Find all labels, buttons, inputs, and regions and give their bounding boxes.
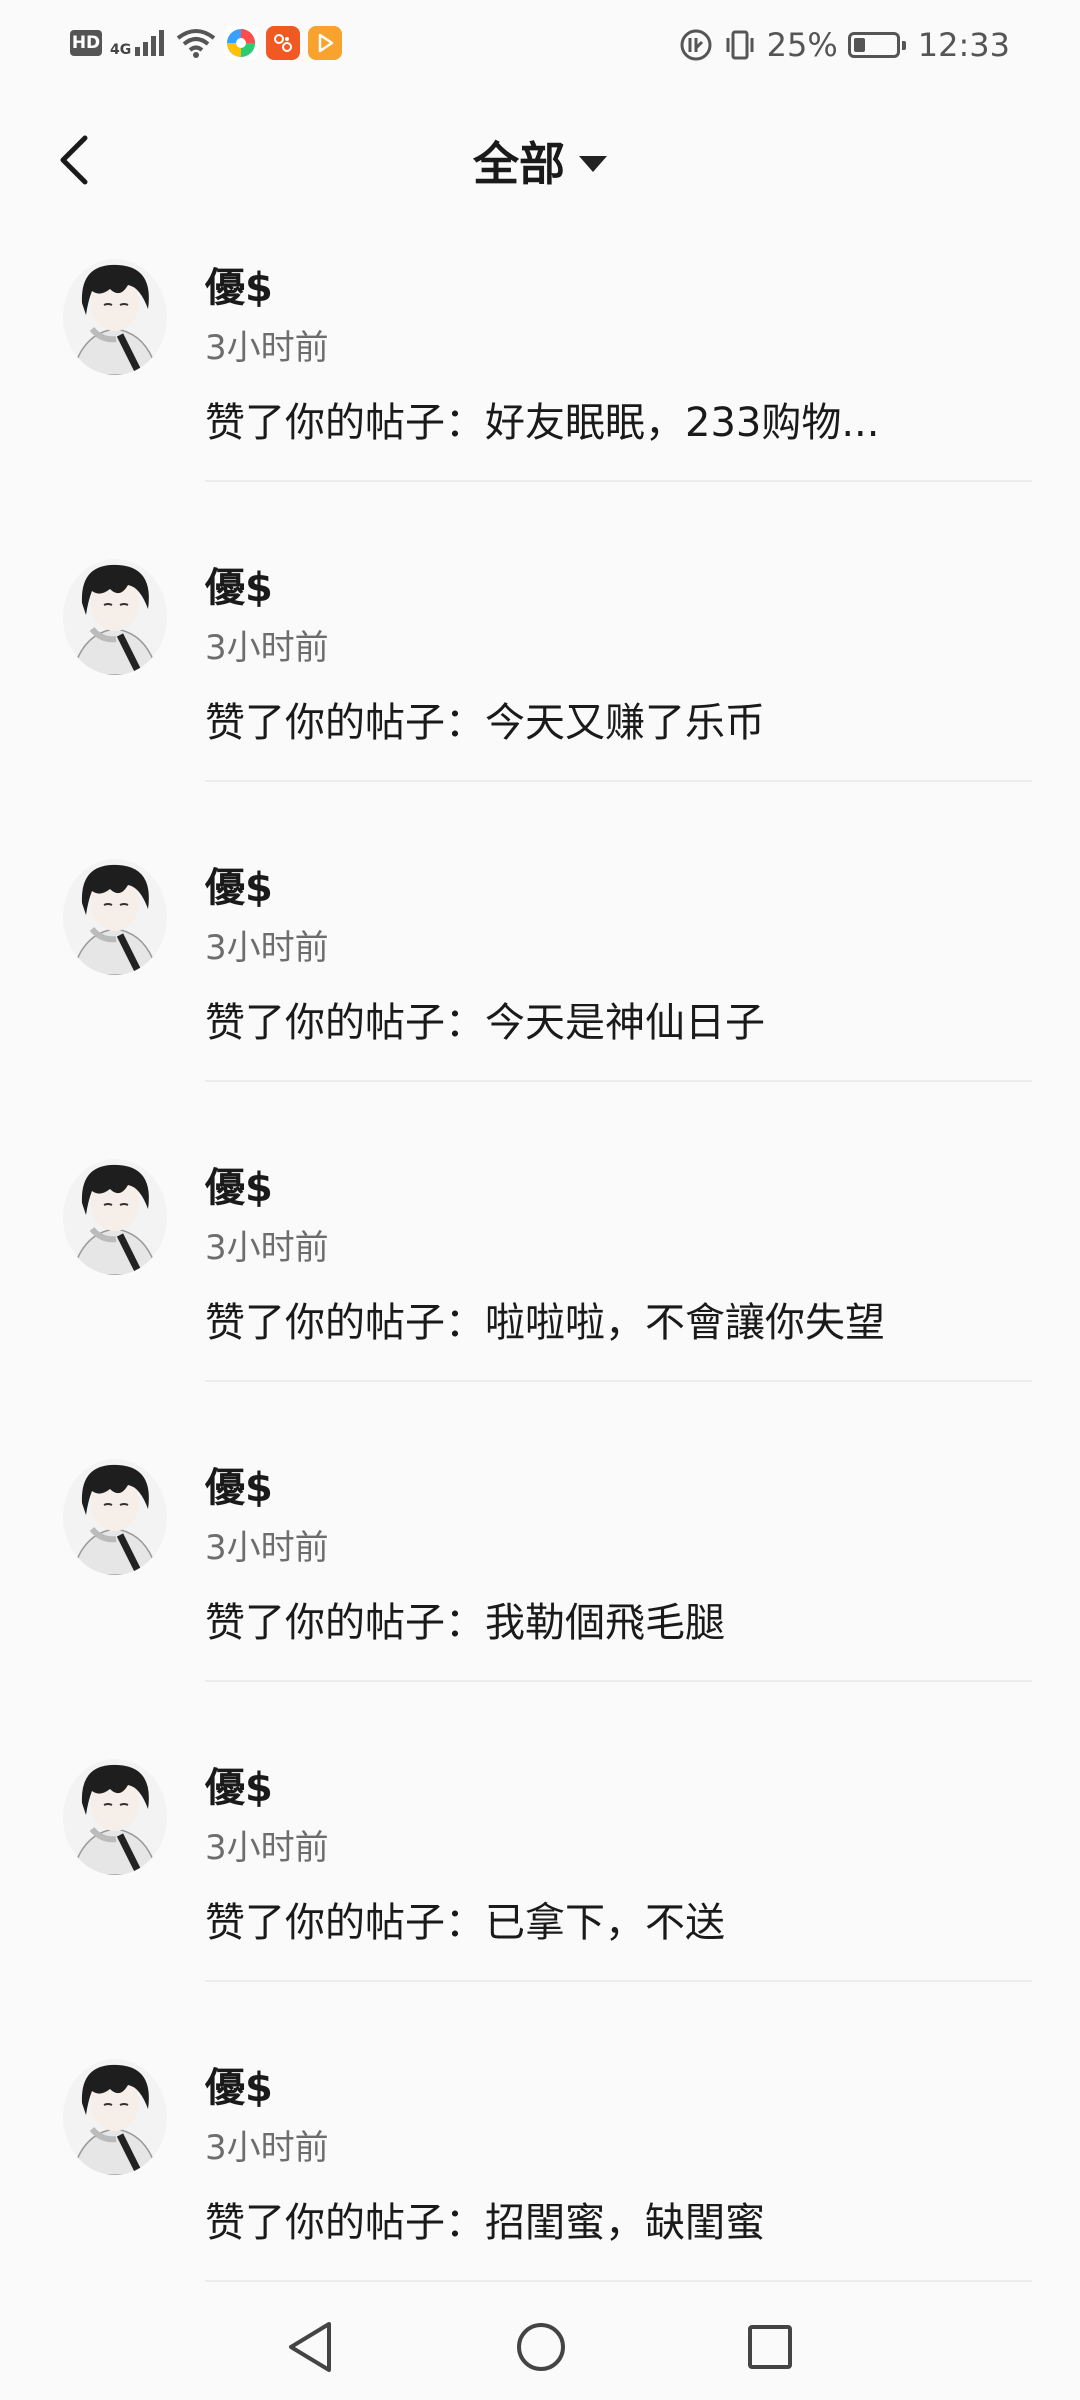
orange-play-app-icon	[308, 26, 343, 60]
notification-item[interactable]: 優$ 3小时前 赞了你的帖子：今天是神仙日子	[0, 825, 1080, 1125]
status-bar: HD 4G 25% 12:33	[0, 0, 1080, 92]
user-name[interactable]: 優$	[205, 1155, 273, 1213]
avatar[interactable]	[62, 855, 168, 975]
battery-icon	[847, 32, 906, 58]
header: 全部	[0, 110, 1080, 210]
avatar[interactable]	[62, 2055, 168, 2175]
divider	[205, 1680, 1032, 1682]
avatar[interactable]	[62, 255, 168, 375]
wifi-icon	[177, 29, 216, 58]
timestamp: 3小时前	[205, 1228, 329, 1268]
notification-text[interactable]: 赞了你的帖子：好友眠眠，233购物...	[205, 390, 880, 448]
battery-percent: 25%	[766, 26, 838, 64]
timestamp: 3小时前	[205, 1828, 329, 1868]
notification-text[interactable]: 赞了你的帖子：今天是神仙日子	[205, 990, 765, 1048]
notification-item[interactable]: 優$ 3小时前 赞了你的帖子：啦啦啦，不會讓你失望	[0, 1125, 1080, 1425]
notifications-screen: HD 4G 25% 12:33 全部 優$ 3小时前 赞了你的帖子：好友眠眠，2…	[0, 0, 1080, 2400]
divider	[205, 480, 1032, 482]
timestamp: 3小时前	[205, 628, 329, 668]
caret-down-icon	[579, 155, 607, 172]
avatar[interactable]	[62, 555, 168, 675]
user-name[interactable]: 優$	[205, 555, 273, 613]
timestamp: 3小时前	[205, 928, 329, 968]
navigation-bar	[0, 2290, 1080, 2400]
notification-item[interactable]: 優$ 3小时前 赞了你的帖子：我勒個飛毛腿	[0, 1425, 1080, 1725]
user-name[interactable]: 優$	[205, 1755, 273, 1813]
notification-item[interactable]: 優$ 3小时前 赞了你的帖子：好友眠眠，233购物...	[0, 225, 1080, 525]
vibrate-icon	[726, 30, 754, 60]
data-saver-icon	[680, 29, 712, 61]
timestamp: 3小时前	[205, 2128, 329, 2168]
divider	[205, 1080, 1032, 1082]
timestamp: 3小时前	[205, 1528, 329, 1568]
user-name[interactable]: 優$	[205, 2055, 273, 2113]
notification-text[interactable]: 赞了你的帖子：已拿下，不送	[205, 1890, 725, 1948]
user-name[interactable]: 優$	[205, 255, 273, 313]
square-recents-icon	[748, 2325, 792, 2369]
circle-home-icon	[517, 2323, 565, 2371]
avatar[interactable]	[62, 1755, 168, 1875]
colorful-ball-app-icon	[224, 26, 259, 60]
divider	[205, 2280, 1032, 2282]
notification-item[interactable]: 優$ 3小时前 赞了你的帖子：今天又赚了乐币	[0, 525, 1080, 825]
notification-text[interactable]: 赞了你的帖子：今天又赚了乐币	[205, 690, 765, 748]
notification-text[interactable]: 赞了你的帖子：啦啦啦，不會讓你失望	[205, 1290, 885, 1348]
divider	[205, 780, 1032, 782]
avatar[interactable]	[62, 1455, 168, 1575]
hd-badge: HD	[70, 30, 102, 56]
notification-text[interactable]: 赞了你的帖子：招閨蜜，缺閨蜜	[205, 2190, 765, 2248]
notification-item[interactable]: 優$ 3小时前 赞了你的帖子：已拿下，不送	[0, 1725, 1080, 2025]
user-name[interactable]: 優$	[205, 1455, 273, 1513]
nav-recents-button[interactable]	[735, 2312, 805, 2382]
notification-item[interactable]: 優$ 3小时前 赞了你的帖子：招閨蜜，缺閨蜜	[0, 2025, 1080, 2325]
divider	[205, 1980, 1032, 1982]
notification-list: 優$ 3小时前 赞了你的帖子：好友眠眠，233购物... 優$ 3小时前 赞了你…	[0, 225, 1080, 2325]
status-left: HD 4G	[70, 26, 343, 60]
page-title: 全部	[473, 137, 565, 191]
divider	[205, 1380, 1032, 1382]
timestamp: 3小时前	[205, 328, 329, 368]
orange-app-icon	[266, 26, 301, 60]
signal-icon	[135, 30, 165, 56]
triangle-back-icon	[289, 2322, 331, 2372]
clock: 12:33	[917, 26, 1010, 64]
filter-dropdown[interactable]: 全部	[0, 128, 1080, 194]
status-right: 25% 12:33	[679, 26, 1010, 64]
user-name[interactable]: 優$	[205, 855, 273, 913]
nav-back-button[interactable]	[275, 2312, 345, 2382]
nav-home-button[interactable]	[506, 2312, 576, 2382]
network-type: 4G	[110, 42, 132, 58]
avatar[interactable]	[62, 1155, 168, 1275]
signal-group: 4G	[110, 29, 168, 57]
notification-text[interactable]: 赞了你的帖子：我勒個飛毛腿	[205, 1590, 725, 1648]
